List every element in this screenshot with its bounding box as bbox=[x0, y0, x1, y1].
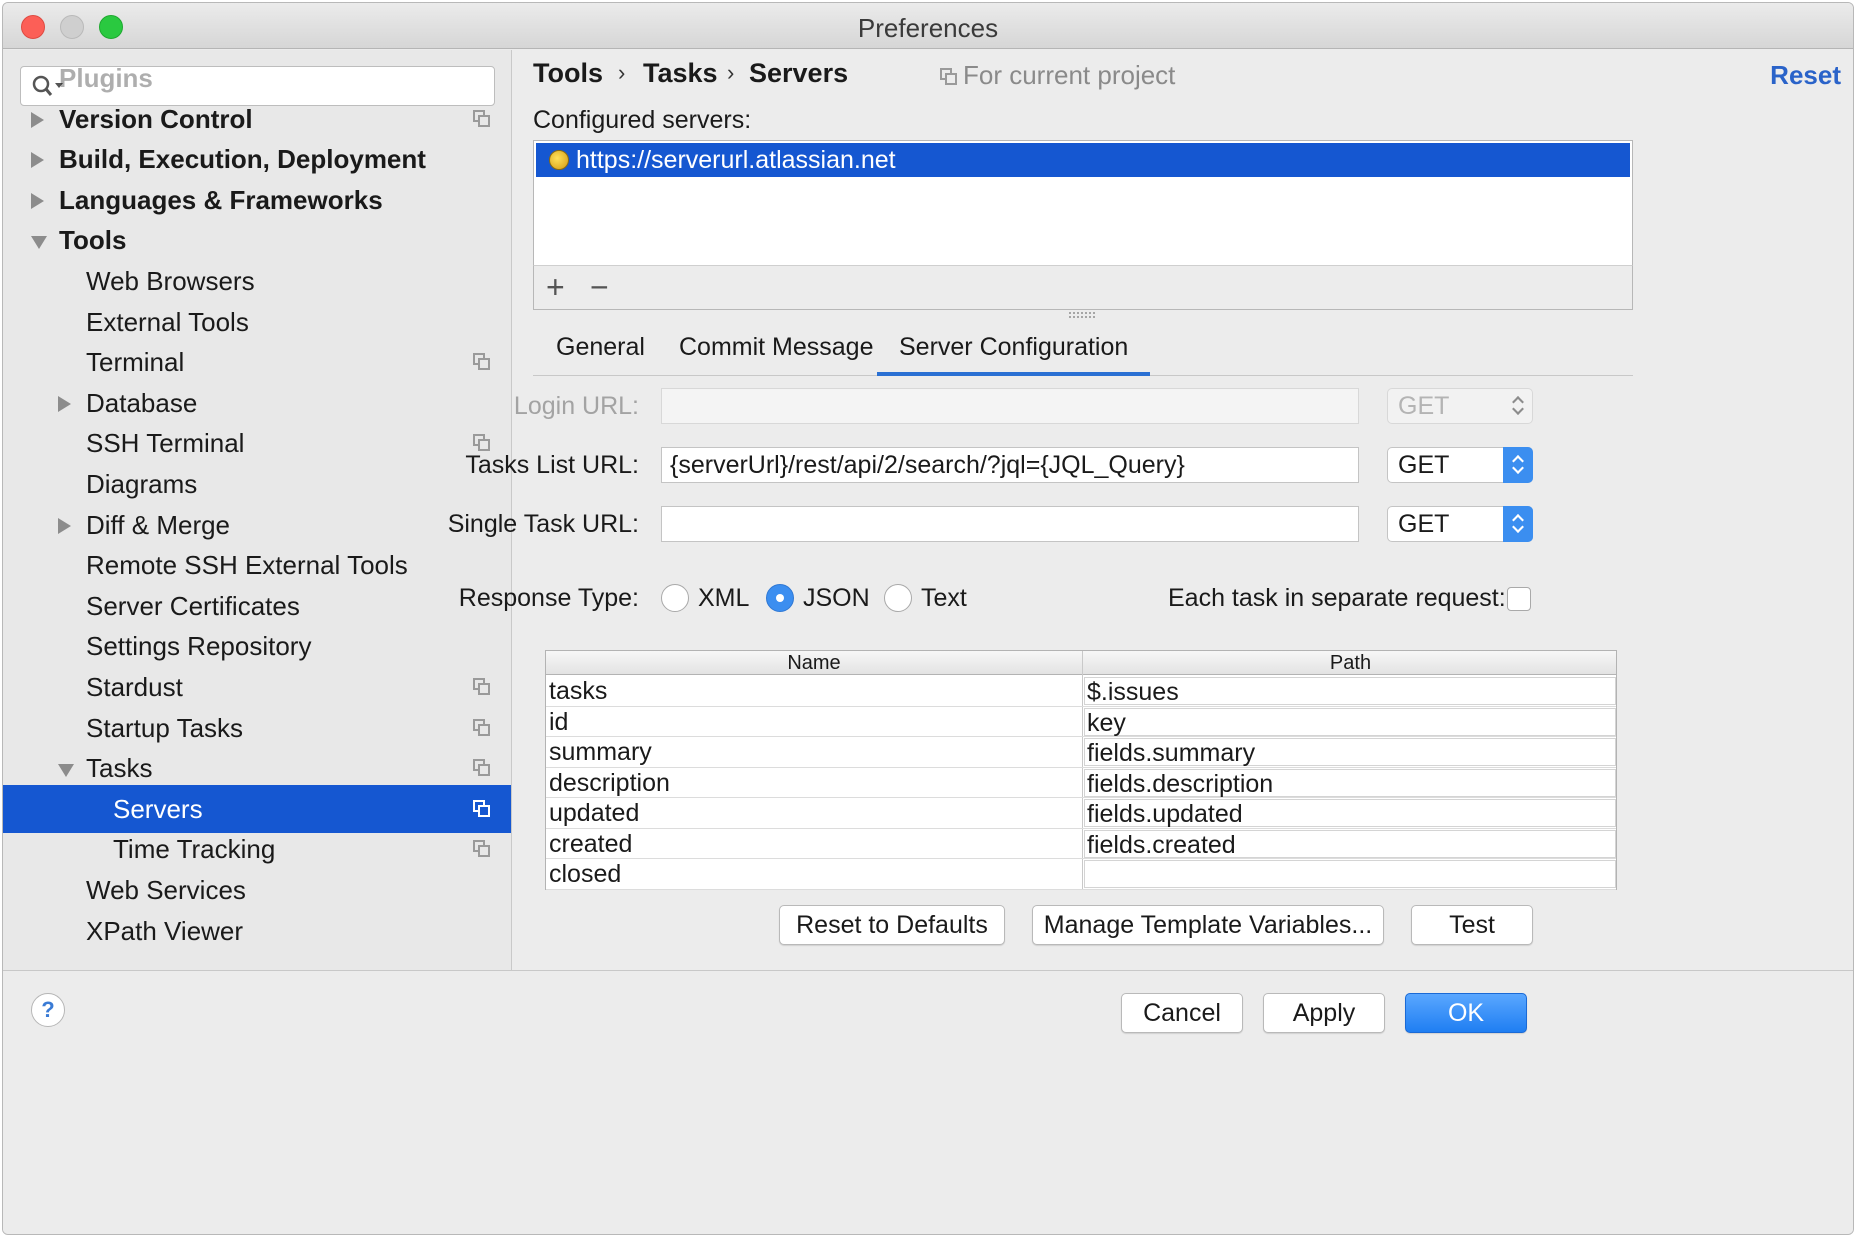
login-url-field[interactable] bbox=[661, 388, 1359, 424]
collapsed-arrow-icon[interactable] bbox=[58, 395, 71, 412]
column-header-name[interactable]: Name bbox=[546, 651, 1082, 675]
separate-request-label: Each task in separate request: bbox=[1168, 584, 1506, 612]
collapsed-arrow-icon[interactable] bbox=[31, 152, 44, 169]
tab-bar: General Commit Message Server Configurat… bbox=[533, 322, 1633, 376]
cancel-button[interactable]: Cancel bbox=[1121, 993, 1243, 1033]
server-list-toolbar: + − bbox=[533, 265, 1633, 310]
project-scope-icon bbox=[473, 678, 491, 696]
manage-template-variables-button[interactable]: Manage Template Variables... bbox=[1032, 905, 1384, 945]
response-type-text-label[interactable]: Text bbox=[921, 584, 967, 613]
expanded-arrow-icon[interactable] bbox=[58, 764, 74, 778]
selector-path-cell[interactable]: key bbox=[1084, 707, 1616, 737]
title-bar: Preferences bbox=[3, 3, 1853, 49]
ok-button[interactable]: OK bbox=[1405, 993, 1527, 1033]
response-type-json-radio[interactable] bbox=[766, 584, 794, 612]
tasks-list-url-field[interactable]: {serverUrl}/rest/api/2/search/?jql={JQL_… bbox=[661, 447, 1359, 483]
breadcrumb-tasks[interactable]: Tasks bbox=[643, 58, 718, 89]
test-button[interactable]: Test bbox=[1411, 905, 1533, 945]
project-scope-icon bbox=[473, 840, 491, 858]
table-row[interactable]: closed bbox=[546, 859, 1616, 890]
login-method-select[interactable]: GET bbox=[1387, 388, 1533, 424]
preferences-window: Preferences Plugins Version Control Build,… bbox=[2, 2, 1854, 1235]
single-task-method-select[interactable]: GET bbox=[1387, 506, 1533, 542]
login-method-value: GET bbox=[1398, 392, 1450, 420]
selector-name-cell[interactable]: tasks bbox=[549, 676, 607, 706]
collapsed-arrow-icon[interactable] bbox=[31, 192, 44, 209]
selector-path-cell[interactable]: fields.description bbox=[1084, 768, 1616, 798]
response-type-xml-radio[interactable] bbox=[661, 584, 689, 612]
table-row[interactable]: summary fields.summary bbox=[546, 737, 1616, 768]
project-scope-icon bbox=[473, 759, 491, 777]
project-scope-icon bbox=[473, 718, 491, 737]
breadcrumb-servers: Servers bbox=[749, 58, 849, 88]
single-task-method-value: GET bbox=[1398, 510, 1450, 538]
response-type-label: Response Type: bbox=[458, 584, 639, 612]
project-scope-icon bbox=[473, 109, 491, 128]
selector-name-cell[interactable]: summary bbox=[549, 737, 652, 767]
breadcrumb-separator: › bbox=[727, 60, 735, 85]
table-row[interactable]: updated fields.updated bbox=[546, 798, 1616, 829]
tasks-list-url-label: Tasks List URL: bbox=[465, 451, 639, 479]
breadcrumb-tools[interactable]: Tools bbox=[533, 58, 603, 89]
tab-commit-message[interactable]: Commit Message bbox=[679, 330, 874, 376]
collapsed-arrow-icon[interactable] bbox=[58, 517, 71, 534]
apply-button[interactable]: Apply bbox=[1263, 993, 1385, 1033]
tab-general[interactable]: General bbox=[556, 330, 645, 376]
configured-servers-label: Configured servers: bbox=[533, 106, 752, 134]
response-type-xml-label[interactable]: XML bbox=[698, 584, 749, 613]
selector-path-cell[interactable]: $.issues bbox=[1084, 677, 1616, 706]
tasks-list-method-select[interactable]: GET bbox=[1387, 447, 1533, 483]
tab-server-configuration[interactable]: Server Configuration bbox=[877, 330, 1151, 376]
remove-server-button[interactable]: − bbox=[590, 270, 609, 304]
single-task-url-label: Single Task URL: bbox=[447, 510, 639, 538]
table-row[interactable]: description fields.description bbox=[546, 768, 1616, 798]
window-title: Preferences bbox=[857, 13, 999, 43]
chevron-updown-icon bbox=[1503, 447, 1533, 483]
sidebar-item-label: XPath Viewer bbox=[86, 915, 244, 946]
server-list-item[interactable]: https://serverurl.atlassian.net bbox=[536, 143, 1630, 177]
tasks-list-method-value: GET bbox=[1398, 451, 1450, 479]
sidebar-item-xpath-viewer[interactable]: XPath Viewer bbox=[3, 907, 511, 955]
table-row[interactable]: tasks $.issues bbox=[546, 676, 1616, 707]
login-url-label: Login URL: bbox=[513, 392, 639, 420]
selector-name-cell[interactable]: description bbox=[549, 768, 670, 798]
response-type-json-label[interactable]: JSON bbox=[803, 584, 870, 613]
selectors-table: Name Path tasks $.issues id key summary field… bbox=[545, 650, 1617, 890]
splitter-handle[interactable] bbox=[1069, 312, 1095, 318]
reset-to-defaults-button[interactable]: Reset to Defaults bbox=[779, 905, 1005, 945]
table-header: Name Path bbox=[546, 651, 1616, 675]
selector-name-cell[interactable]: updated bbox=[549, 798, 639, 828]
help-button[interactable]: ? bbox=[31, 993, 65, 1027]
globe-icon bbox=[549, 150, 569, 170]
column-header-path[interactable]: Path bbox=[1083, 651, 1618, 675]
separate-request-checkbox[interactable] bbox=[1507, 587, 1531, 611]
selector-path-cell[interactable]: fields.updated bbox=[1084, 799, 1616, 828]
table-row[interactable]: id key bbox=[546, 707, 1616, 737]
scope-label: For current project bbox=[963, 60, 1176, 90]
project-scope-icon bbox=[473, 353, 491, 371]
server-url: https://serverurl.atlassian.net bbox=[576, 146, 896, 174]
selector-path-cell[interactable]: fields.created bbox=[1084, 829, 1616, 859]
expanded-arrow-icon[interactable] bbox=[31, 236, 47, 250]
selector-name-cell[interactable]: closed bbox=[549, 859, 621, 889]
selector-path-cell[interactable]: fields.summary bbox=[1084, 738, 1616, 767]
add-server-button[interactable]: + bbox=[546, 270, 565, 304]
table-row[interactable]: created fields.created bbox=[546, 829, 1616, 859]
selector-name-cell[interactable]: id bbox=[549, 707, 568, 737]
breadcrumb-separator: › bbox=[618, 60, 626, 85]
project-scope-icon bbox=[473, 434, 491, 452]
dialog-footer: ? Cancel Apply OK bbox=[3, 970, 1853, 1234]
collapsed-arrow-icon[interactable] bbox=[31, 111, 44, 128]
selector-name-cell[interactable]: created bbox=[549, 829, 632, 859]
selector-path-cell[interactable] bbox=[1084, 860, 1616, 888]
project-scope-icon bbox=[940, 68, 958, 86]
reset-link[interactable]: Reset bbox=[1770, 60, 1841, 91]
response-type-text-radio[interactable] bbox=[884, 584, 912, 612]
single-task-url-field[interactable] bbox=[661, 506, 1359, 542]
project-scope-icon bbox=[473, 799, 491, 818]
chevron-updown-icon bbox=[1503, 388, 1533, 424]
chevron-updown-icon bbox=[1503, 506, 1533, 542]
